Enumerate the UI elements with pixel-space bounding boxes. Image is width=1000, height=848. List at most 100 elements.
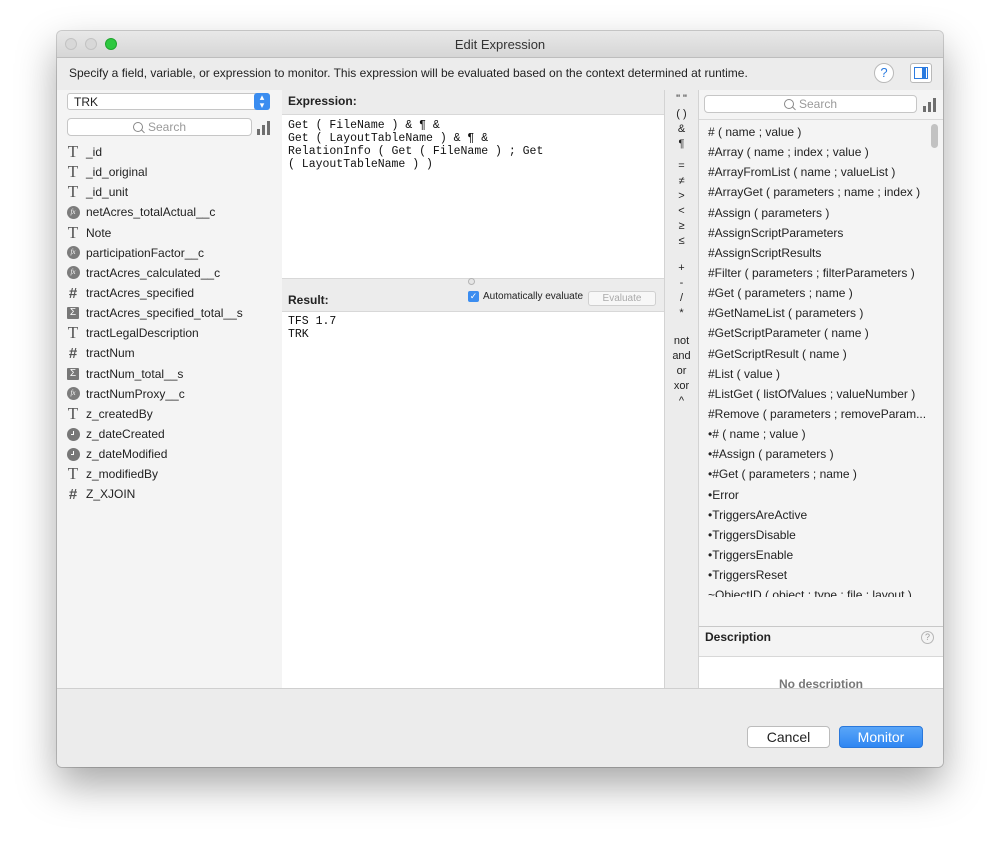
field-name: tractAcres_calculated__c: [86, 265, 221, 280]
function-item[interactable]: •Error: [708, 485, 926, 505]
functions-pane: Search # ( name ; value ) #Array ( name ;…: [699, 90, 943, 749]
operator-button[interactable]: /: [665, 292, 698, 304]
window-title: Edit Expression: [454, 37, 546, 52]
operator-button[interactable]: ≠: [665, 175, 698, 187]
help-button[interactable]: ?: [874, 63, 894, 83]
field-name: tractNum_total__s: [86, 366, 184, 381]
function-item[interactable]: •TriggersDisable: [708, 525, 926, 545]
field-item[interactable]: # Z_XJOIN: [66, 484, 280, 504]
function-item[interactable]: •#Get ( parameters ; name ): [708, 464, 926, 484]
toggle-sidebar-button[interactable]: [910, 63, 932, 83]
field-item[interactable]: fx tractAcres_calculated__c: [66, 263, 280, 283]
operator-button[interactable]: and: [665, 350, 698, 362]
cancel-button[interactable]: Cancel: [747, 726, 830, 748]
function-item[interactable]: #AssignScriptResults: [708, 243, 926, 263]
auto-evaluate-checkbox[interactable]: ✓ Automatically evaluate: [468, 291, 583, 302]
text-field-glyph: T: [67, 142, 79, 162]
field-item[interactable]: ΣtractAcres_specified_total__s: [66, 303, 280, 323]
calculation-field-icon: fx: [66, 387, 80, 401]
field-item[interactable]: # tractNum: [66, 343, 280, 363]
expression-text[interactable]: Get ( FileName ) & ¶ & Get ( LayoutTable…: [288, 119, 543, 171]
evaluate-button[interactable]: Evaluate: [588, 291, 656, 306]
operator-button[interactable]: >: [665, 190, 698, 202]
field-item[interactable]: fx participationFactor__c: [66, 243, 280, 263]
help-icon[interactable]: ?: [921, 631, 934, 644]
operator-button[interactable]: xor: [665, 380, 698, 392]
operator-button[interactable]: ( ): [665, 108, 698, 120]
function-search-input[interactable]: Search: [704, 95, 917, 113]
field-search-input[interactable]: Search: [67, 118, 252, 136]
function-item[interactable]: # ( name ; value ): [708, 122, 926, 142]
field-item[interactable]: ΣtractNum_total__s: [66, 364, 280, 384]
function-item[interactable]: #ListGet ( listOfValues ; valueNumber ): [708, 384, 926, 404]
operator-button[interactable]: ≤: [665, 235, 698, 247]
operator-button[interactable]: =: [665, 160, 698, 172]
field-item[interactable]: fx tractNumProxy__c: [66, 384, 280, 404]
operator-button[interactable]: +: [665, 262, 698, 274]
function-item[interactable]: #ArrayGet ( parameters ; name ; index ): [708, 182, 926, 202]
monitor-button[interactable]: Monitor: [839, 726, 923, 748]
field-item[interactable]: TtractLegalDescription: [66, 323, 280, 343]
field-item[interactable]: fx netAcres_totalActual__c: [66, 202, 280, 222]
function-item[interactable]: ~ObjectID ( object ; type ; file ; layou…: [708, 585, 926, 597]
operator-button[interactable]: *: [665, 307, 698, 319]
sort-bars-icon[interactable]: [257, 121, 271, 135]
scrollbar-thumb[interactable]: [931, 124, 938, 148]
function-item[interactable]: •#Assign ( parameters ): [708, 444, 926, 464]
edit-expression-dialog: Edit Expression Specify a field, variabl…: [57, 31, 943, 767]
field-item[interactable]: T Note: [66, 223, 280, 243]
operator-button[interactable]: &: [665, 123, 698, 135]
text-field-glyph: T: [67, 162, 79, 182]
operator-button[interactable]: not: [665, 335, 698, 347]
function-item[interactable]: #Array ( name ; index ; value ): [708, 142, 926, 162]
function-item[interactable]: #List ( value ): [708, 364, 926, 384]
field-item[interactable]: Tz_modifiedBy: [66, 464, 280, 484]
summary-field-glyph: Σ: [67, 307, 79, 320]
operator-button[interactable]: " ": [665, 93, 698, 105]
function-item[interactable]: #GetScriptResult ( name ): [708, 344, 926, 364]
function-item[interactable]: •TriggersAreActive: [708, 505, 926, 525]
field-name: _id: [86, 145, 103, 160]
field-item[interactable]: T _id: [66, 142, 280, 162]
expression-editor[interactable]: Get ( FileName ) & ¶ & Get ( LayoutTable…: [282, 114, 664, 279]
operator-button[interactable]: <: [665, 205, 698, 217]
function-item[interactable]: #GetScriptParameter ( name ): [708, 323, 926, 343]
search-icon: [783, 99, 794, 109]
function-list-items: # ( name ; value ) #Array ( name ; index …: [708, 122, 926, 597]
field-item[interactable]: z_dateModified: [66, 444, 280, 464]
table-select[interactable]: TRK ▴ ▾: [67, 93, 270, 110]
number-field-glyph: #: [68, 284, 78, 302]
field-name: z_createdBy: [86, 406, 153, 421]
operator-button[interactable]: ^: [665, 395, 698, 407]
function-item[interactable]: •TriggersReset: [708, 565, 926, 585]
function-item[interactable]: #Remove ( parameters ; removeParam...: [708, 404, 926, 424]
function-item[interactable]: #ArrayFromList ( name ; valueList ): [708, 162, 926, 182]
function-item[interactable]: #Assign ( parameters ): [708, 203, 926, 223]
field-item[interactable]: T _id_original: [66, 162, 280, 182]
function-list: # ( name ; value ) #Array ( name ; index …: [699, 119, 943, 597]
splitter-handle[interactable]: [468, 278, 475, 285]
field-name: z_dateCreated: [86, 427, 165, 442]
summary-field-glyph: Σ: [67, 367, 79, 380]
operator-button[interactable]: ¶: [665, 138, 698, 150]
function-item[interactable]: #GetNameList ( parameters ): [708, 303, 926, 323]
operator-button[interactable]: ≥: [665, 220, 698, 232]
function-item[interactable]: #AssignScriptParameters: [708, 223, 926, 243]
field-item[interactable]: z_dateCreated: [66, 424, 280, 444]
function-item[interactable]: #Get ( parameters ; name ): [708, 283, 926, 303]
function-item[interactable]: •TriggersEnable: [708, 545, 926, 565]
calculation-field-glyph: fx: [66, 205, 80, 219]
field-item[interactable]: Tz_createdBy: [66, 404, 280, 424]
search-icon: [132, 122, 143, 132]
function-item[interactable]: •# ( name ; value ): [708, 424, 926, 444]
function-item[interactable]: #Filter ( parameters ; filterParameters …: [708, 263, 926, 283]
sort-bars-icon[interactable]: [923, 98, 937, 112]
text-field-glyph: T: [67, 323, 79, 343]
field-item[interactable]: T _id_unit: [66, 182, 280, 202]
field-name: tractNumProxy__c: [86, 386, 185, 401]
result-text: TFS 1.7 TRK: [288, 315, 337, 341]
operator-button[interactable]: or: [665, 365, 698, 377]
field-item[interactable]: # tractAcres_specified: [66, 283, 280, 303]
operator-button[interactable]: -: [665, 277, 698, 289]
text-field-icon: T: [66, 465, 80, 482]
